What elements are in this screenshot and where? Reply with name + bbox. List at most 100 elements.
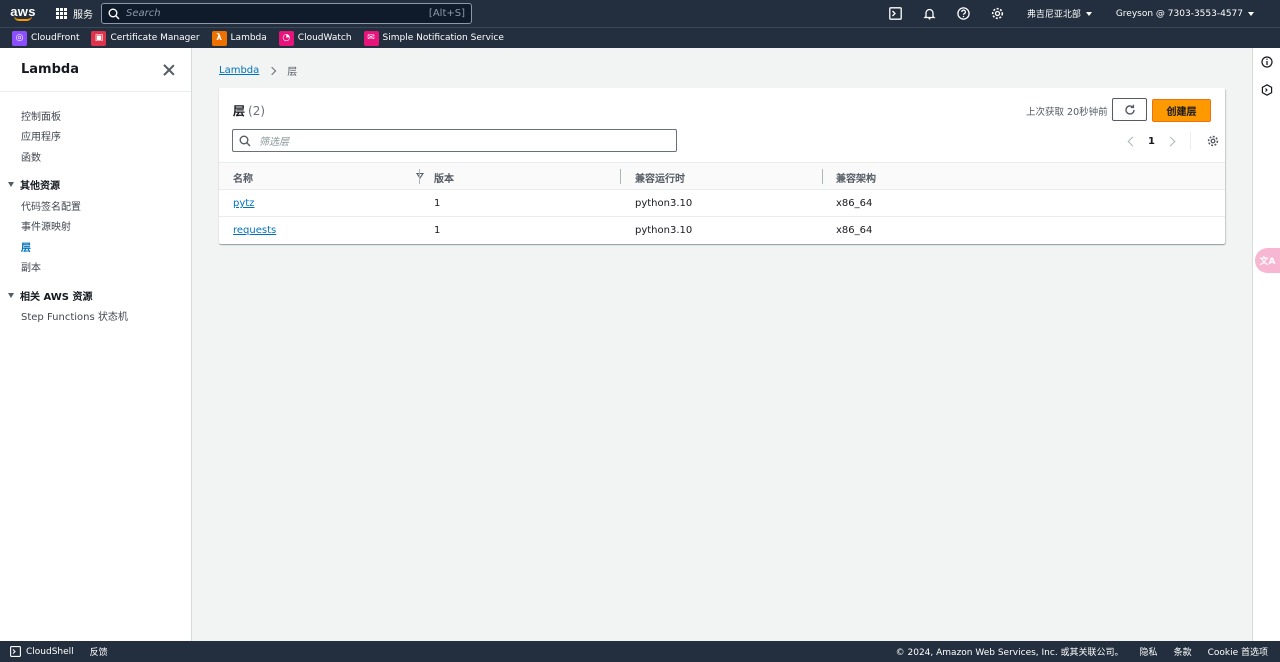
column-label: 兼容运行时 [635,173,685,185]
settings-icon[interactable] [981,7,1015,20]
cookie-preferences-link[interactable]: Cookie 首选项 [1192,645,1268,658]
search-icon [108,8,120,19]
column-resizer[interactable] [822,169,823,184]
region-label: 弗吉尼亚北部 [1026,10,1081,20]
column-header-architecture[interactable]: 兼容架构 [836,163,1016,191]
sidebar-item-replicas[interactable]: 副本 [0,257,191,278]
column-header-runtime[interactable]: 兼容运行时 [635,163,823,191]
sidebar-section-related-aws[interactable]: 相关 AWS 资源 [0,285,191,306]
layer-count: (2) [248,104,266,118]
layer-version: 1 [434,225,441,236]
region-selector[interactable]: 弗吉尼亚北部 [1015,7,1104,20]
chevron-right-icon [268,66,277,75]
breadcrumb-lambda-link[interactable]: Lambda [219,65,259,76]
privacy-link[interactable]: 隐私 [1124,645,1158,658]
breadcrumb: Lambda 层 [219,63,297,78]
favorite-lambda[interactable]: λ Lambda [211,30,267,46]
certificate-manager-icon: ▣ [91,30,107,46]
sidebar-item-functions[interactable]: 函数 [0,146,191,167]
lambda-icon: λ [211,30,227,46]
section-label: 其他资源 [20,181,60,193]
chevron-left-icon[interactable] [1127,136,1138,146]
search-shortcut: [Alt+S] [428,8,465,19]
copyright-text: © 2024, Amazon Web Services, Inc. 或其关联公司… [895,648,1124,658]
panel-title: 层 (2) [233,102,265,119]
aws-logo[interactable]: aws [0,0,46,27]
search-icon [239,135,251,146]
layer-architecture: x86_64 [836,198,873,209]
help-icon[interactable] [947,7,981,20]
layer-name-link[interactable]: pytz [233,198,254,209]
sidebar-item-applications[interactable]: 应用程序 [0,126,191,147]
account-menu[interactable]: Greyson @ 7303-3553-4577 [1104,9,1266,19]
favorite-sns[interactable]: ✉ Simple Notification Service [363,30,504,46]
last-fetched-text: 上次获取 20秒钟前 [1026,107,1108,118]
sns-icon: ✉ [363,30,379,46]
column-header-name[interactable]: 名称 [233,163,424,191]
column-label: 兼容架构 [836,173,876,185]
grid-icon [56,8,67,19]
chevron-right-icon[interactable] [1165,136,1176,146]
services-menu-button[interactable]: 服务 [46,0,103,27]
sidebar-title[interactable]: Lambda [21,62,79,77]
gear-icon[interactable] [1207,135,1219,147]
translate-extension-icon[interactable]: 文A [1255,248,1280,273]
sidebar-header: Lambda [0,48,191,92]
cloudshell-button[interactable]: CloudShell [10,646,74,657]
favorite-label: Lambda [230,33,267,43]
sidebar-item-event-source-mappings[interactable]: 事件源映射 [0,216,191,237]
filter-layers-input[interactable]: 筛选层 [232,129,677,152]
favorites-bar: ◎ CloudFront ▣ Certificate Manager λ Lam… [0,27,1280,48]
sidebar-item-code-signing[interactable]: 代码签名配置 [0,195,191,216]
feedback-link[interactable]: 反馈 [90,645,108,658]
favorite-certificate-manager[interactable]: ▣ Certificate Manager [91,30,200,46]
breadcrumb-current: 层 [287,67,298,78]
favorite-label: Certificate Manager [110,33,200,43]
top-right-controls: 弗吉尼亚北部 Greyson @ 7303-3553-4577 [879,0,1266,27]
layer-version: 1 [434,198,441,209]
favorite-cloudwatch[interactable]: ◔ CloudWatch [278,30,352,46]
sidebar-item-dashboard[interactable]: 控制面板 [0,105,191,126]
filter-placeholder: 筛选层 [259,137,289,148]
column-resizer[interactable] [419,169,420,184]
cloudshell-label: CloudShell [26,646,74,657]
sidebar-list: 控制面板 应用程序 函数 其他资源 代码签名配置 事件源映射 层 副本 相关 A… [0,92,191,326]
sidebar-item-layers[interactable]: 层 [0,236,191,257]
chevron-down-icon [1085,11,1092,16]
create-layer-button[interactable]: 创建层 [1152,99,1211,122]
search-input[interactable]: Search [Alt+S] [101,3,472,24]
section-label: 相关 AWS 资源 [20,291,93,303]
cloudshell-icon[interactable] [879,7,913,20]
favorite-cloudfront[interactable]: ◎ CloudFront [12,30,79,46]
refresh-button[interactable] [1112,98,1147,121]
search-placeholder: Search [126,8,161,19]
favorite-label: Simple Notification Service [382,33,504,43]
layers-table-panel: 层 (2) 上次获取 20秒钟前 创建层 筛选层 1 名称 版本 兼容运行时 兼容… [219,88,1225,244]
table-row: requests 1 python3.10 x86_64 [219,217,1225,244]
favorite-label: CloudWatch [297,33,352,43]
layer-runtime: python3.10 [635,198,693,209]
sidebar-item-step-functions[interactable]: Step Functions 状态机 [0,306,191,327]
bell-icon[interactable] [913,7,947,20]
services-label: 服务 [73,10,93,21]
cloudwatch-icon: ◔ [278,30,294,46]
column-label: 版本 [434,173,454,185]
info-icon[interactable] [1253,48,1280,76]
top-navigation: aws 服务 Search [Alt+S] 弗吉尼亚北部 Greyson @ 7… [0,0,1280,27]
sidebar-section-other-resources[interactable]: 其他资源 [0,175,191,196]
side-navigation: Lambda 控制面板 应用程序 函数 其他资源 代码签名配置 事件源映射 层 … [0,48,192,641]
layer-name-link[interactable]: requests [233,225,276,236]
column-resizer[interactable] [620,169,621,184]
column-label: 名称 [233,173,253,185]
column-header-version[interactable]: 版本 [434,163,621,191]
cloudshell-icon [10,646,21,657]
page-number[interactable]: 1 [1148,136,1155,147]
close-icon[interactable] [163,64,175,76]
feedback-hexagon-icon[interactable] [1253,76,1280,104]
cloudfront-icon: ◎ [12,30,27,46]
caret-down-icon [8,292,14,298]
sort-descending-icon[interactable] [416,173,424,179]
terms-link[interactable]: 条款 [1158,645,1192,658]
refresh-icon [1124,104,1135,115]
layer-architecture: x86_64 [836,225,873,236]
